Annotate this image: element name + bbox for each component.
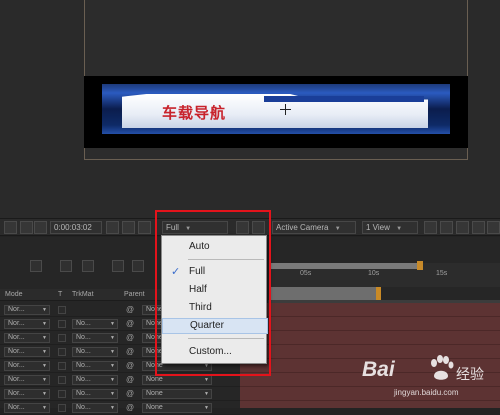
- mode-dropdown[interactable]: Nor... ▼: [4, 347, 50, 357]
- mode-dropdown[interactable]: Nor... ▼: [4, 319, 50, 329]
- mode-dropdown[interactable]: Nor... ▼: [4, 305, 50, 315]
- column-parent: Parent: [124, 291, 145, 298]
- timeline-icon[interactable]: [440, 221, 453, 234]
- preserve-transparency-toggle[interactable]: [58, 306, 66, 314]
- navigation-banner: 车载导航: [84, 76, 468, 148]
- zoom-icon[interactable]: [4, 221, 17, 234]
- preserve-transparency-toggle[interactable]: [58, 404, 66, 412]
- anchor-crosshair-icon[interactable]: [280, 104, 291, 115]
- mode-dropdown[interactable]: Nor... ▼: [4, 403, 50, 413]
- banner-title: 车载导航: [162, 104, 227, 122]
- preserve-transparency-toggle[interactable]: [58, 376, 66, 384]
- timecode-display[interactable]: 0:00:03:02: [50, 221, 102, 234]
- pick-whip-icon[interactable]: @: [126, 347, 134, 356]
- view-layout-dropdown[interactable]: 1 View ▼: [362, 221, 418, 234]
- preserve-transparency-toggle[interactable]: [58, 390, 66, 398]
- region-of-interest-icon[interactable]: [20, 221, 33, 234]
- pixel-aspect-icon[interactable]: [424, 221, 437, 234]
- column-t: T: [58, 291, 63, 298]
- camera-view-dropdown[interactable]: Active Camera ▼: [272, 221, 356, 234]
- layer-row[interactable]: Nor...▼ No...▼ @ None▼: [0, 401, 240, 415]
- reset-exposure-icon[interactable]: [487, 221, 500, 234]
- mode-dropdown[interactable]: Nor... ▼: [4, 375, 50, 385]
- ruler-tick-label: 05s: [300, 270, 312, 277]
- watermark-url: jingyan.baidu.com: [394, 388, 459, 397]
- layer-duration-bar[interactable]: [270, 287, 380, 300]
- layer-out-point-handle[interactable]: [376, 287, 381, 300]
- toggle-mask-icon[interactable]: [34, 221, 47, 234]
- pick-whip-icon[interactable]: @: [126, 375, 134, 384]
- comp-flowchart-icon[interactable]: [456, 221, 469, 234]
- preserve-transparency-toggle[interactable]: [58, 362, 66, 370]
- parent-dropdown[interactable]: None▼: [142, 389, 212, 399]
- ruler-tick-label: 10s: [368, 270, 380, 277]
- pick-whip-icon[interactable]: @: [126, 333, 134, 342]
- trkmat-dropdown[interactable]: No... ▼: [72, 319, 118, 329]
- trkmat-dropdown[interactable]: No... ▼: [72, 375, 118, 385]
- pick-whip-icon[interactable]: @: [126, 389, 134, 398]
- preserve-transparency-toggle[interactable]: [58, 334, 66, 342]
- preserve-transparency-toggle[interactable]: [58, 320, 66, 328]
- composition-viewer[interactable]: 车载导航: [0, 0, 500, 218]
- column-mode: Mode: [5, 291, 23, 298]
- trkmat-dropdown[interactable]: No... ▼: [72, 403, 118, 413]
- mode-dropdown[interactable]: Nor... ▼: [4, 361, 50, 371]
- motion-blur-icon[interactable]: [132, 260, 144, 272]
- pick-whip-icon[interactable]: @: [126, 305, 134, 314]
- trkmat-dropdown[interactable]: No... ▼: [72, 333, 118, 343]
- chevron-down-icon: ▼: [396, 226, 403, 232]
- layer-row[interactable]: Nor...▼ No...▼ @ None▼: [0, 387, 240, 401]
- chevron-down-icon: ▼: [334, 226, 341, 232]
- watermark-brand: Bai: [362, 358, 395, 381]
- mode-dropdown[interactable]: Nor... ▼: [4, 389, 50, 399]
- paw-logo-icon: [431, 355, 454, 380]
- trkmat-dropdown[interactable]: No... ▼: [72, 389, 118, 399]
- frame-blending-icon[interactable]: [112, 260, 124, 272]
- watermark-jingyan: 经验: [456, 367, 484, 383]
- exposure-icon[interactable]: [472, 221, 485, 234]
- hide-shy-layers-icon[interactable]: [82, 260, 94, 272]
- baidu-jingyan-watermark: Bai 经验 jingyan.baidu.com: [360, 352, 500, 402]
- snapshot-icon[interactable]: [106, 221, 119, 234]
- preserve-transparency-toggle[interactable]: [58, 348, 66, 356]
- trkmat-dropdown[interactable]: No... ▼: [72, 361, 118, 371]
- draft-3d-icon[interactable]: [60, 260, 72, 272]
- channel-icon[interactable]: [138, 221, 151, 234]
- work-area-end-handle[interactable]: [417, 261, 423, 270]
- banner-stripe: [264, 96, 424, 102]
- camera-view-value: Active Camera: [276, 223, 329, 232]
- parent-dropdown[interactable]: None▼: [142, 375, 212, 385]
- mode-dropdown[interactable]: Nor... ▼: [4, 333, 50, 343]
- work-area-bar[interactable]: [270, 263, 422, 269]
- annotation-highlight-box: [155, 210, 271, 376]
- ruler-tick-label: 15s: [436, 270, 448, 277]
- parent-dropdown[interactable]: None▼: [142, 403, 212, 413]
- column-trkmat: TrkMat: [72, 291, 94, 298]
- show-snapshot-icon[interactable]: [122, 221, 135, 234]
- composition-mini-flowchart-icon[interactable]: [30, 260, 42, 272]
- trkmat-dropdown[interactable]: No... ▼: [72, 347, 118, 357]
- pick-whip-icon[interactable]: @: [126, 319, 134, 328]
- pick-whip-icon[interactable]: @: [126, 361, 134, 370]
- view-layout-value: 1 View: [366, 223, 390, 232]
